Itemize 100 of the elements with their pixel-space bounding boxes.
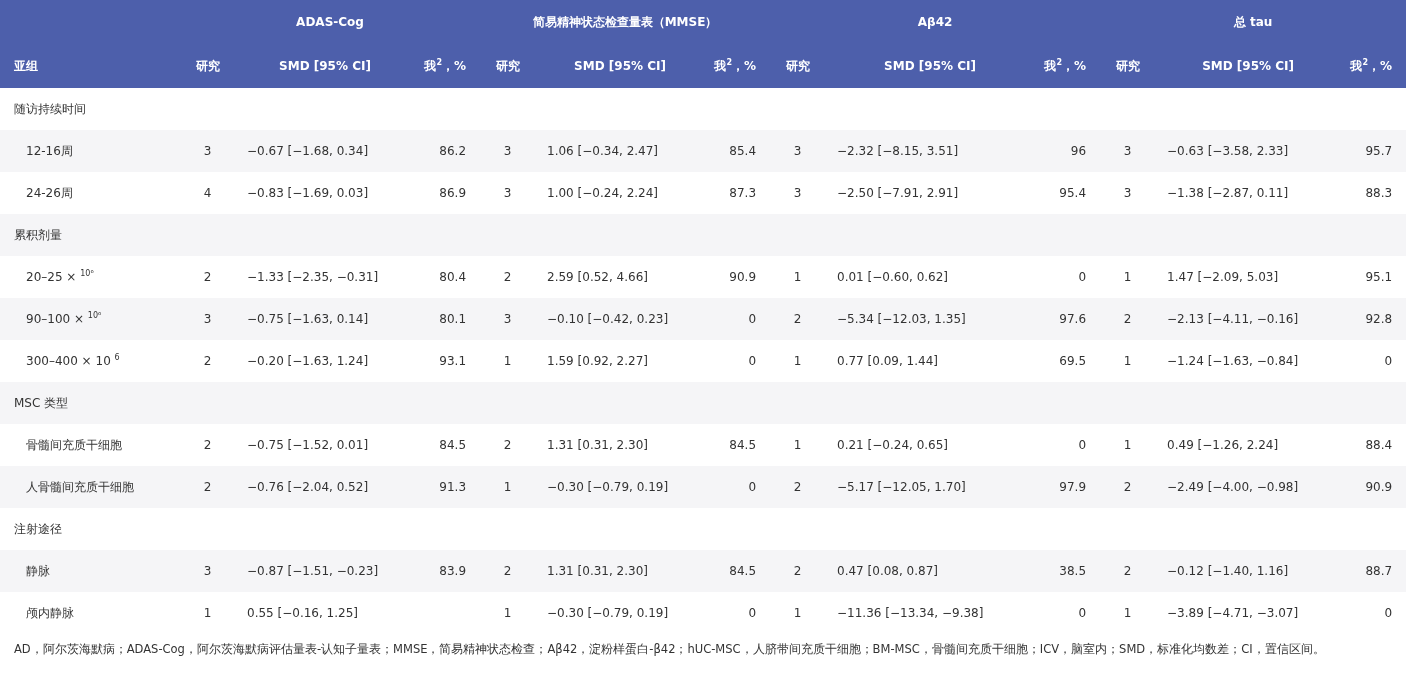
table-cell: −2.13 [−4.11, −0.16] bbox=[1167, 312, 1299, 326]
table-cell: −0.20 [−1.63, 1.24] bbox=[247, 354, 369, 368]
column-header: 亚组 bbox=[14, 59, 38, 73]
column-header: 我$^{2}$，% bbox=[714, 59, 757, 73]
row-label: 300–400 × 10 $^{6}$ bbox=[26, 354, 120, 368]
column-header: SMD [95% CI] bbox=[884, 59, 976, 73]
table-cell: −0.30 [−0.79, 0.19] bbox=[547, 480, 669, 494]
column-header: 研究 bbox=[1115, 59, 1140, 73]
table-cell: 97.6 bbox=[1059, 312, 1087, 326]
table-cell: 3 bbox=[1123, 186, 1132, 200]
table-cell: 2 bbox=[503, 564, 512, 578]
table-cell: 2.59 [0.52, 4.66] bbox=[547, 270, 648, 284]
table-cell: 0 bbox=[1384, 606, 1393, 620]
table-cell: 1 bbox=[793, 270, 802, 284]
table-cell: 1 bbox=[1123, 606, 1132, 620]
table-cell: 3 bbox=[503, 186, 512, 200]
table-cell: 91.3 bbox=[439, 480, 467, 494]
table-cell: 86.2 bbox=[439, 144, 467, 158]
table-cell: −11.36 [−13.34, −9.38] bbox=[837, 606, 984, 620]
table-cell: −2.32 [−8.15, 3.51] bbox=[837, 144, 959, 158]
table-cell: 0.77 [0.09, 1.44] bbox=[837, 354, 938, 368]
table-cell: −5.17 [−12.05, 1.70] bbox=[837, 480, 966, 494]
table-cell: 0 bbox=[1078, 270, 1087, 284]
table-cell: 93.1 bbox=[439, 354, 467, 368]
column-group-header: ADAS-Cog bbox=[296, 15, 364, 29]
table-cell: 2 bbox=[203, 480, 212, 494]
table-cell: 0 bbox=[1078, 438, 1087, 452]
column-header: 我$^{2}$，% bbox=[424, 59, 467, 73]
table-cell: 2 bbox=[793, 564, 802, 578]
table-cell: 38.5 bbox=[1059, 564, 1087, 578]
table-cell: 2 bbox=[1123, 480, 1132, 494]
table-cell: −2.50 [−7.91, 2.91] bbox=[837, 186, 959, 200]
table-cell: 2 bbox=[203, 438, 212, 452]
table-cell: 0.49 [−1.26, 2.24] bbox=[1167, 438, 1279, 452]
table-cell: −0.63 [−3.58, 2.33] bbox=[1167, 144, 1289, 158]
table-cell: 3 bbox=[793, 186, 802, 200]
row-label: 24-26周 bbox=[26, 186, 73, 200]
table-cell: 83.9 bbox=[439, 564, 467, 578]
table-cell: 0.21 [−0.24, 0.65] bbox=[837, 438, 949, 452]
row-label: 人骨髓间充质干细胞 bbox=[26, 480, 134, 494]
column-group-header: 总 tau bbox=[1233, 15, 1273, 29]
column-header: 我$^{2}$，% bbox=[1350, 59, 1393, 73]
table-cell: 80.1 bbox=[439, 312, 467, 326]
table-cell: 3 bbox=[203, 144, 212, 158]
table-cell: 0.47 [0.08, 0.87] bbox=[837, 564, 938, 578]
table-cell: 85.4 bbox=[729, 144, 757, 158]
table-cell: −0.87 [−1.51, −0.23] bbox=[247, 564, 379, 578]
column-header: SMD [95% CI] bbox=[1202, 59, 1294, 73]
table-cell: 1.59 [0.92, 2.27] bbox=[547, 354, 648, 368]
column-header: 研究 bbox=[785, 59, 810, 73]
table-cell: −0.75 [−1.52, 0.01] bbox=[247, 438, 369, 452]
table-cell: −3.89 [−4.71, −3.07] bbox=[1167, 606, 1299, 620]
table-cell: 88.4 bbox=[1365, 438, 1393, 452]
table-cell: 1.00 [−0.24, 2.24] bbox=[547, 186, 659, 200]
table-cell: −2.49 [−4.00, −0.98] bbox=[1167, 480, 1299, 494]
column-header: SMD [95% CI] bbox=[574, 59, 666, 73]
row-label: 12-16周 bbox=[26, 144, 73, 158]
group-label: 随访持续时间 bbox=[14, 102, 86, 116]
row-label: 20–25 × $^{10⁶}$ bbox=[26, 270, 94, 284]
table-cell: 90.9 bbox=[1365, 480, 1393, 494]
table-cell: 1 bbox=[203, 606, 212, 620]
group-label: 累积剂量 bbox=[14, 228, 62, 242]
table-cell: 97.9 bbox=[1059, 480, 1087, 494]
table-cell: 1.31 [0.31, 2.30] bbox=[547, 564, 648, 578]
table-cell: 2 bbox=[503, 438, 512, 452]
group-label: 注射途径 bbox=[14, 522, 62, 536]
table-cell: −0.76 [−2.04, 0.52] bbox=[247, 480, 369, 494]
table-cell: 1 bbox=[503, 354, 512, 368]
table-cell: 2 bbox=[793, 480, 802, 494]
row-label: 颅内静脉 bbox=[26, 606, 74, 620]
table-cell: −1.33 [−2.35, −0.31] bbox=[247, 270, 379, 284]
table-cell: 0 bbox=[748, 480, 757, 494]
column-group-header: 简易精神状态检查量表（MMSE） bbox=[532, 15, 718, 29]
table-cell: 88.7 bbox=[1365, 564, 1393, 578]
table-cell: 80.4 bbox=[439, 270, 467, 284]
table-cell: 1 bbox=[793, 606, 802, 620]
table-cell: 3 bbox=[203, 312, 212, 326]
table-cell: −0.30 [−0.79, 0.19] bbox=[547, 606, 669, 620]
table-cell: 2 bbox=[203, 270, 212, 284]
table-cell: 1 bbox=[503, 480, 512, 494]
table-cell: 96 bbox=[1070, 144, 1087, 158]
table-cell: 3 bbox=[503, 144, 512, 158]
table-cell: 0 bbox=[748, 606, 757, 620]
row-label: 90–100 × $^{10⁶}$ bbox=[26, 312, 102, 326]
table-cell: 1 bbox=[1123, 354, 1132, 368]
table-cell: 0 bbox=[748, 312, 757, 326]
table-cell: 2 bbox=[1123, 312, 1132, 326]
row-label: 静脉 bbox=[26, 564, 50, 578]
table-cell: 95.4 bbox=[1059, 186, 1087, 200]
table-cell: −0.67 [−1.68, 0.34] bbox=[247, 144, 369, 158]
table-cell: 2 bbox=[203, 354, 212, 368]
column-header: SMD [95% CI] bbox=[279, 59, 371, 73]
table-cell: 92.8 bbox=[1365, 312, 1393, 326]
table-cell: 1 bbox=[793, 438, 802, 452]
table-cell: 88.3 bbox=[1365, 186, 1393, 200]
table-cell: 86.9 bbox=[439, 186, 467, 200]
table-cell: 0 bbox=[748, 354, 757, 368]
table-cell: −1.38 [−2.87, 0.11] bbox=[1167, 186, 1289, 200]
table-cell: 87.3 bbox=[729, 186, 757, 200]
table-cell: 3 bbox=[503, 312, 512, 326]
